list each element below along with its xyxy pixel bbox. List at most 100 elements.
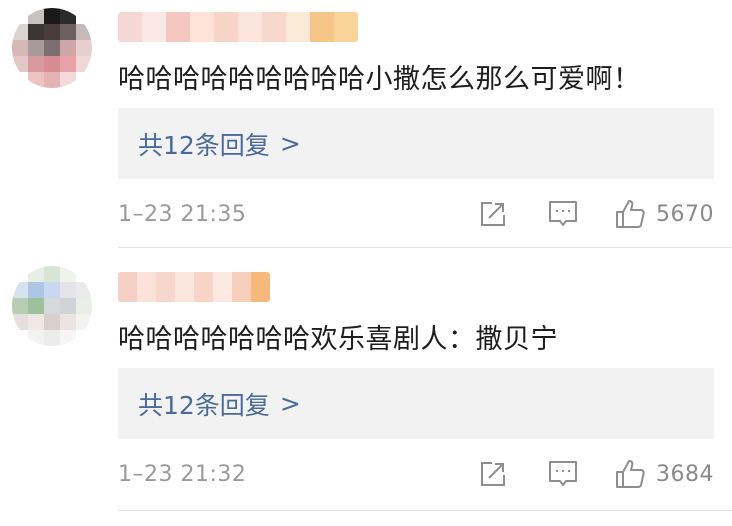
avatar-pixel bbox=[44, 314, 60, 330]
avatar-pixel bbox=[12, 24, 28, 40]
avatar-pixel bbox=[12, 282, 28, 298]
like-button[interactable]: 5670 bbox=[614, 197, 714, 231]
avatar-pixel bbox=[76, 266, 92, 282]
avatar-pixel bbox=[28, 330, 44, 346]
share-icon bbox=[481, 462, 505, 486]
reply-count-label: 共12条回复 bbox=[138, 130, 270, 160]
avatar-pixel bbox=[28, 8, 44, 24]
username-mosaic-block bbox=[156, 272, 175, 302]
avatar-pixel bbox=[60, 330, 76, 346]
avatar-pixel bbox=[44, 330, 60, 346]
avatar-pixel bbox=[28, 24, 44, 40]
username-mosaic-block bbox=[118, 12, 142, 42]
share-button[interactable] bbox=[476, 457, 510, 491]
avatar-pixel bbox=[28, 40, 44, 56]
username-mosaic-block bbox=[166, 12, 190, 42]
avatar-pixel bbox=[60, 314, 76, 330]
view-replies-button[interactable]: 共12条回复 > bbox=[118, 368, 714, 439]
avatar[interactable] bbox=[12, 8, 92, 88]
username[interactable] bbox=[118, 12, 358, 42]
chevron-right-icon: > bbox=[279, 389, 301, 418]
username-mosaic-block bbox=[214, 12, 238, 42]
avatar-pixel bbox=[76, 56, 92, 72]
timestamp: 1–23 21:32 bbox=[118, 461, 247, 487]
avatar-pixel bbox=[60, 298, 76, 314]
comment-item: 哈哈哈哈哈哈哈欢乐喜剧人：撒贝宁 共12条回复 > 1–23 21:32 368… bbox=[0, 260, 732, 526]
avatar-pixel bbox=[60, 72, 76, 88]
avatar-pixel bbox=[44, 282, 60, 298]
avatar-pixel bbox=[12, 298, 28, 314]
avatar-pixel bbox=[76, 72, 92, 88]
avatar-pixel bbox=[12, 56, 28, 72]
avatar-pixel bbox=[76, 314, 92, 330]
avatar-pixel bbox=[76, 24, 92, 40]
like-count: 3684 bbox=[656, 461, 714, 487]
like-button[interactable]: 3684 bbox=[614, 457, 714, 491]
avatar-pixel bbox=[28, 282, 44, 298]
username-mosaic-block bbox=[334, 12, 358, 42]
avatar-pixel bbox=[28, 298, 44, 314]
comment-icon bbox=[549, 461, 577, 486]
comment-item: 哈哈哈哈哈哈哈哈哈小撒怎么那么可爱啊！ 共12条回复 > 1–23 21:35 bbox=[0, 0, 732, 248]
username-mosaic-block bbox=[118, 272, 137, 302]
avatar-pixel bbox=[76, 40, 92, 56]
comment-list: 哈哈哈哈哈哈哈哈哈小撒怎么那么可爱啊！ 共12条回复 > 1–23 21:35 bbox=[0, 0, 732, 526]
avatar-pixel bbox=[12, 72, 28, 88]
username-mosaic-block bbox=[251, 272, 270, 302]
avatar-pixel bbox=[60, 24, 76, 40]
avatar-pixel bbox=[60, 40, 76, 56]
comment-icon bbox=[549, 201, 577, 226]
chevron-right-icon: > bbox=[279, 129, 301, 158]
reply-count-label: 共12条回复 bbox=[138, 390, 270, 420]
avatar-pixel bbox=[12, 8, 28, 24]
avatar-pixel bbox=[44, 40, 60, 56]
avatar-pixel bbox=[28, 72, 44, 88]
share-button[interactable] bbox=[476, 197, 510, 231]
avatar-pixel bbox=[12, 330, 28, 346]
reply-button[interactable] bbox=[546, 457, 580, 491]
username-mosaic-block bbox=[238, 12, 262, 42]
thumbs-up-icon bbox=[616, 460, 645, 488]
comment-text: 哈哈哈哈哈哈哈欢乐喜剧人：撒贝宁 bbox=[118, 324, 558, 355]
timestamp: 1–23 21:35 bbox=[118, 201, 247, 227]
avatar-pixel bbox=[76, 330, 92, 346]
reply-button[interactable] bbox=[546, 197, 580, 231]
avatar-pixel bbox=[44, 72, 60, 88]
avatar-pixel bbox=[44, 56, 60, 72]
avatar-pixel bbox=[12, 266, 28, 282]
avatar-pixel bbox=[28, 314, 44, 330]
avatar-pixel bbox=[60, 282, 76, 298]
avatar-pixel bbox=[44, 24, 60, 40]
avatar-pixel bbox=[60, 56, 76, 72]
comment-actions: 1–23 21:32 3684 bbox=[118, 456, 714, 492]
avatar-pixel bbox=[28, 56, 44, 72]
username-mosaic-block bbox=[142, 12, 166, 42]
username-mosaic-block bbox=[286, 12, 310, 42]
avatar-pixel bbox=[60, 266, 76, 282]
avatar-pixel bbox=[60, 8, 76, 24]
view-replies-button[interactable]: 共12条回复 > bbox=[118, 108, 714, 179]
thumbs-up-icon bbox=[616, 200, 645, 228]
comment-text: 哈哈哈哈哈哈哈哈哈小撒怎么那么可爱啊！ bbox=[118, 64, 641, 95]
avatar-pixel bbox=[76, 8, 92, 24]
like-count: 5670 bbox=[656, 201, 714, 227]
username-mosaic-block bbox=[310, 12, 334, 42]
avatar-pixel bbox=[44, 298, 60, 314]
username-mosaic-block bbox=[262, 12, 286, 42]
username-mosaic-block bbox=[213, 272, 232, 302]
avatar[interactable] bbox=[12, 266, 92, 346]
avatar-pixel bbox=[28, 266, 44, 282]
username-mosaic-block bbox=[190, 12, 214, 42]
username[interactable] bbox=[118, 272, 270, 302]
avatar-pixel bbox=[44, 266, 60, 282]
avatar-pixel bbox=[44, 8, 60, 24]
username-mosaic-block bbox=[194, 272, 213, 302]
username-mosaic-block bbox=[175, 272, 194, 302]
avatar-pixel bbox=[12, 40, 28, 56]
divider bbox=[118, 510, 732, 511]
username-mosaic-block bbox=[232, 272, 251, 302]
username-mosaic-block bbox=[137, 272, 156, 302]
divider bbox=[118, 247, 732, 248]
avatar-pixel bbox=[76, 282, 92, 298]
share-icon bbox=[481, 202, 505, 226]
